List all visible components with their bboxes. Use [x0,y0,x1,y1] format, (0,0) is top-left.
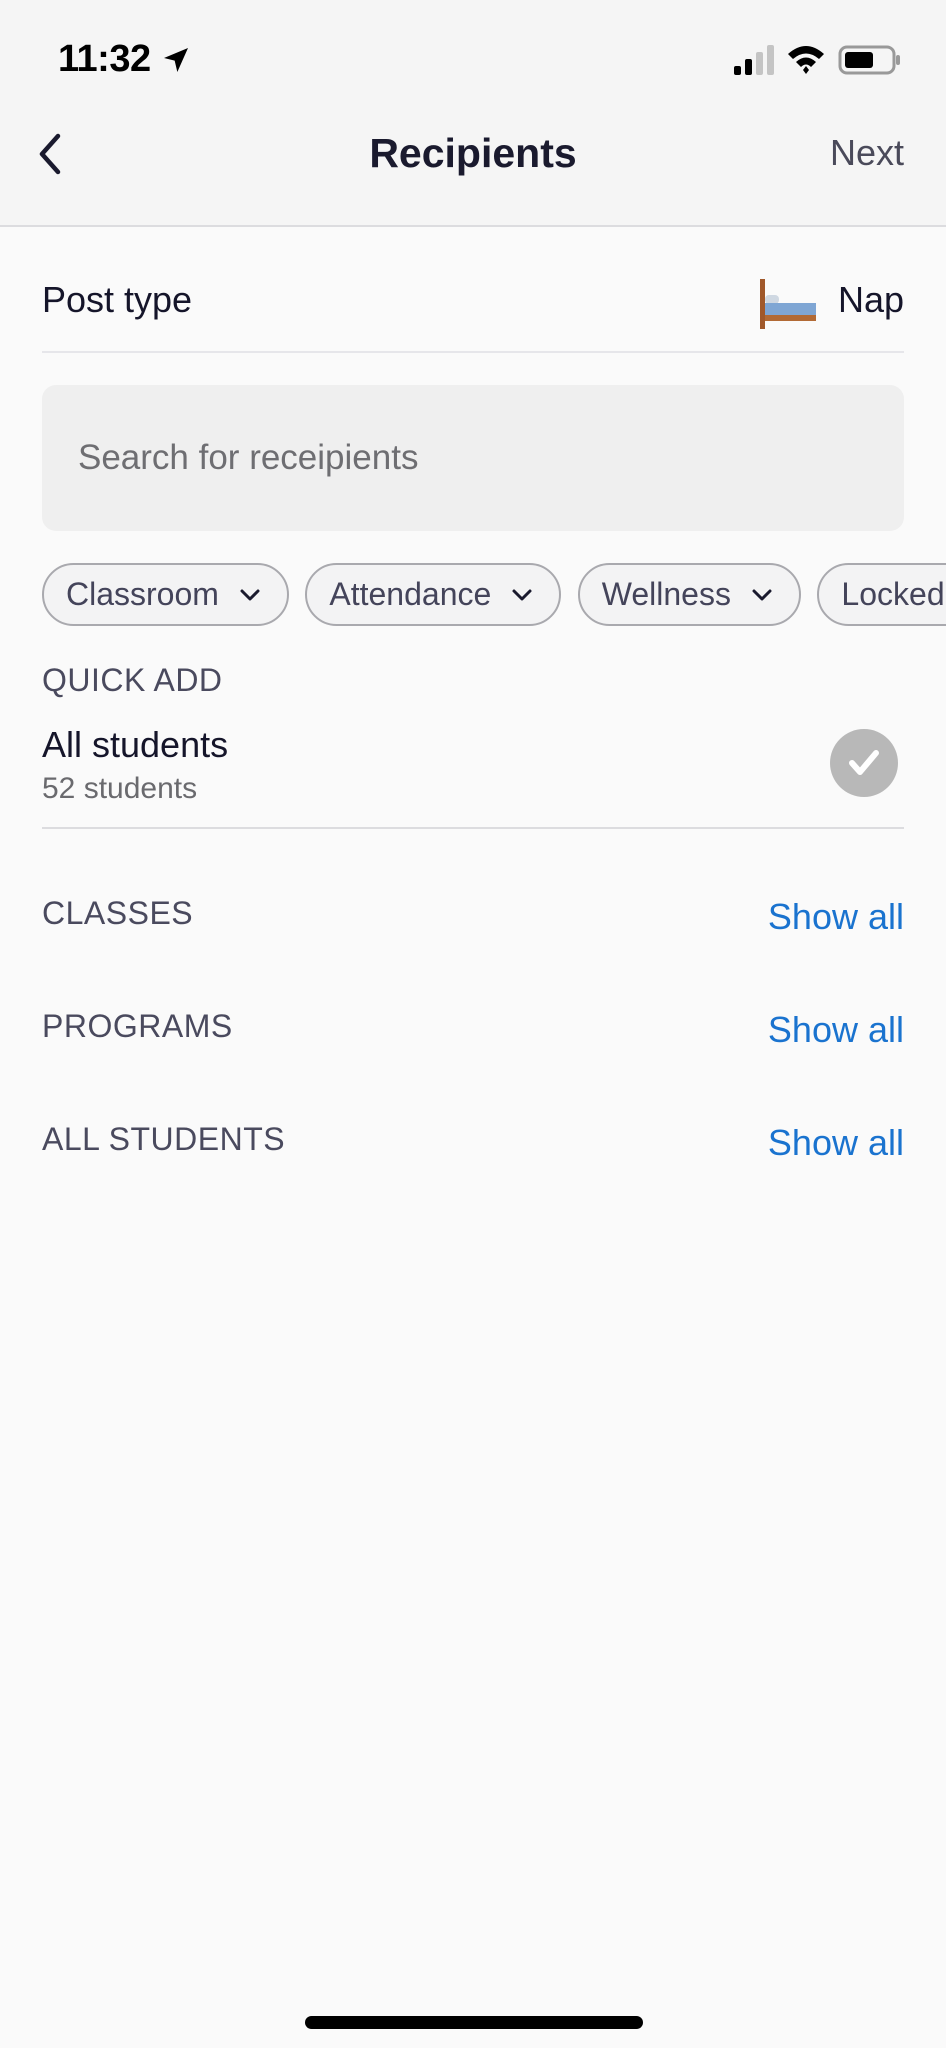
chip-label: Locked [841,576,945,612]
programs-show-all-link[interactable]: Show all [768,1009,904,1051]
home-indicator[interactable] [305,2016,643,2029]
battery-icon [838,45,900,75]
chevron-down-icon [240,589,260,600]
status-time: 11:32 [58,38,151,80]
classes-heading: CLASSES [42,895,194,931]
chevron-down-icon [512,589,532,600]
filter-chip-classroom[interactable]: Classroom [42,563,289,626]
filter-chip-locked[interactable]: Locked [817,563,946,626]
top-bar: 11:32 Recipients Next [0,0,946,227]
chevron-down-icon [752,589,772,600]
bed-icon [760,279,816,329]
next-button[interactable]: Next [830,132,904,174]
all-students-label: All students [42,724,229,765]
programs-heading: PROGRAMS [42,1008,233,1044]
filter-chip-attendance[interactable]: Attendance [305,563,562,626]
post-type-row[interactable]: Post type Nap [42,275,904,353]
divider [42,827,904,829]
location-arrow-icon [164,48,188,72]
quick-add-heading: QUICK ADD [42,662,223,698]
wifi-icon [788,46,824,74]
all-students-heading: ALL STUDENTS [42,1121,286,1157]
post-type-value: Nap [837,279,904,320]
page-title: Recipients [369,130,577,176]
signal-icon [734,45,774,75]
classes-show-all-link[interactable]: Show all [768,896,904,938]
chip-label: Classroom [66,576,219,612]
all-students-show-all-link[interactable]: Show all [768,1122,904,1164]
search-input[interactable] [42,385,904,531]
chip-label: Attendance [329,576,492,612]
chip-label: Wellness [601,576,731,612]
filter-chips: Classroom Attendance Wellness Locked [42,563,946,627]
checkmark-icon [849,750,879,775]
filter-chip-wellness[interactable]: Wellness [577,563,801,626]
post-type-label: Post type [42,279,193,320]
select-all-students-checkbox[interactable] [830,729,898,797]
all-students-count: 52 students [42,772,198,805]
